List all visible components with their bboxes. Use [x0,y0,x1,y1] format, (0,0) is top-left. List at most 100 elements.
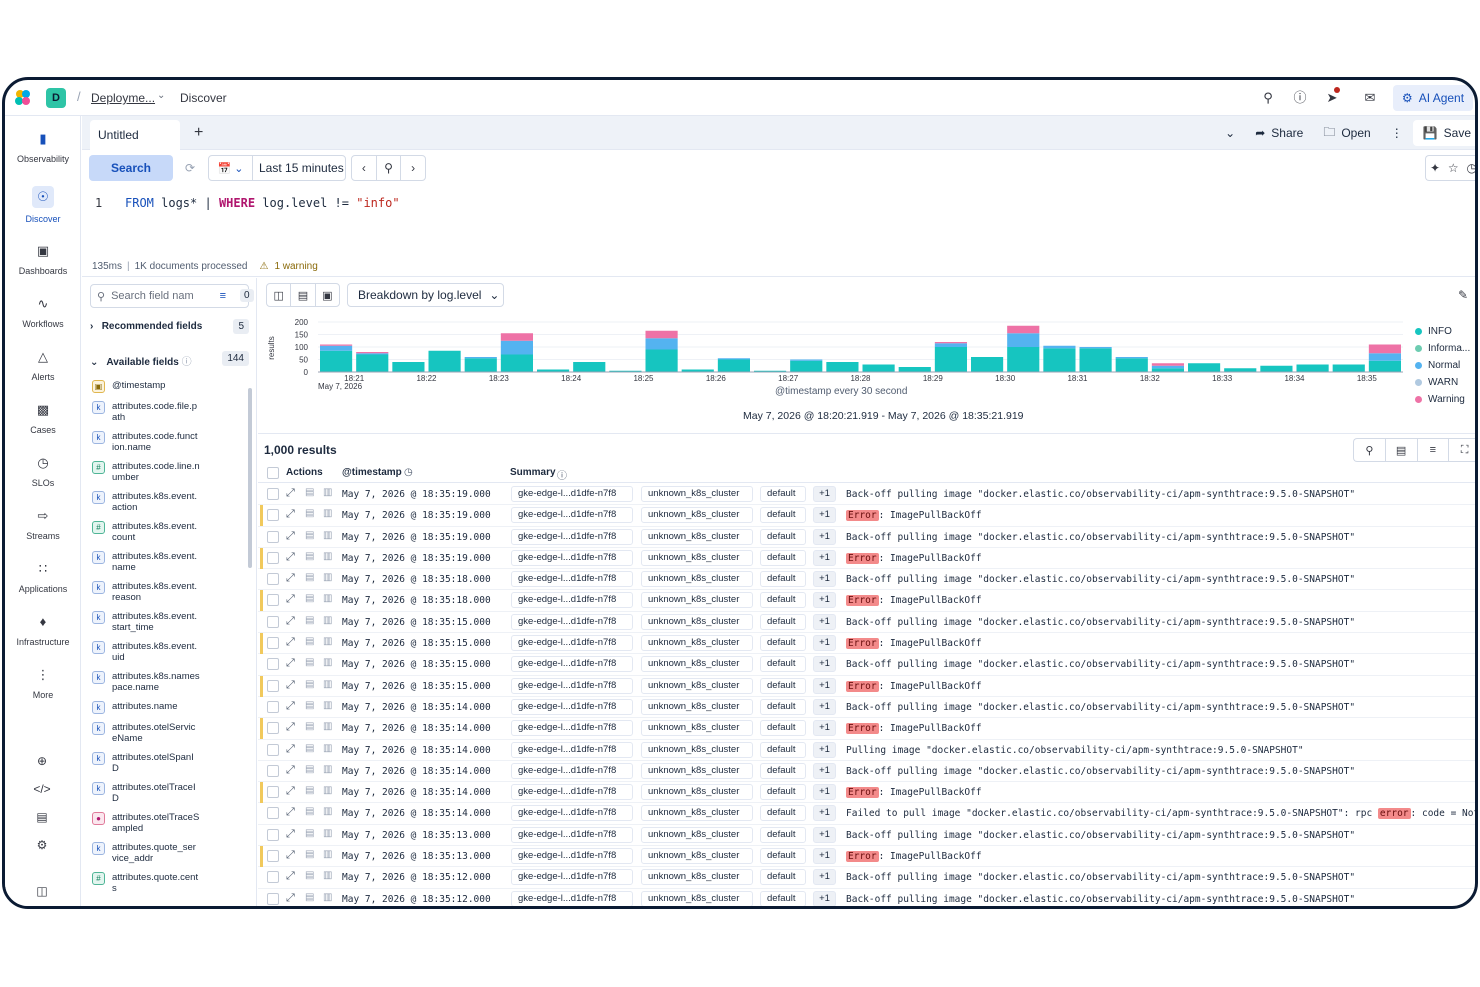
cluster-badge[interactable]: unknown_k8s_cluster [641,571,753,588]
save-button[interactable]: 💾 Save [1412,120,1475,146]
doc-icon[interactable]: ▤ [305,892,314,903]
select-all-checkbox[interactable] [267,467,279,479]
field-item[interactable]: k attributes.k8s.event. action [90,491,240,513]
cluster-badge[interactable]: unknown_k8s_cluster [641,762,753,779]
namespace-badge[interactable]: default [760,613,806,630]
namespace-badge[interactable]: default [760,720,806,737]
table-row[interactable]: ⤢ ▤ ▥ May 7, 2026 @ 18:35:14.000 gke-edge-l.… [258,803,1475,825]
field-item[interactable]: # attributes.k8s.event. count [90,521,240,543]
doc-icon[interactable]: ▤ [305,572,314,583]
field-item[interactable]: k attributes.code.funct ion.name [90,431,240,453]
row-checkbox[interactable] [267,637,279,650]
breadcrumb-deployment[interactable]: Deployme... [91,91,155,105]
legend-item[interactable]: WARN [1415,374,1470,391]
trace-icon[interactable]: ▥ [323,892,332,903]
expand-icon[interactable]: ⤢ [286,764,295,777]
namespace-badge[interactable]: default [760,826,806,843]
host-badge[interactable]: gke-edge-l...d1dfe-n7f8 [511,848,633,865]
cluster-badge[interactable]: unknown_k8s_cluster [641,805,753,822]
row-checkbox[interactable] [267,509,279,522]
doc-icon[interactable]: ▤ [305,764,314,775]
more-badge[interactable]: +1 [813,890,836,906]
cluster-badge[interactable]: unknown_k8s_cluster [641,592,753,609]
nav-workflows[interactable]: ∿ Workflows [5,295,81,329]
chevron-down-icon[interactable]: ⌄ [157,90,165,101]
table-row[interactable]: ⤢ ▤ ▥ May 7, 2026 @ 18:35:14.000 gke-edge-l.… [258,782,1475,804]
trace-icon[interactable]: ▥ [323,849,332,860]
recommended-fields-toggle[interactable]: › Recommended fields 5 [90,319,249,334]
trace-icon[interactable]: ▥ [323,572,332,583]
doc-icon[interactable]: ▤ [305,700,314,711]
namespace-badge[interactable]: default [760,528,806,545]
field-item[interactable]: k attributes.k8s.event. uid [90,641,240,663]
expand-icon[interactable]: ⤢ [286,636,295,649]
breakdown-select[interactable]: Breakdown by log.level ⌄ [347,283,504,307]
namespace-badge[interactable]: default [760,677,806,694]
more-badge[interactable]: +1 [813,571,836,588]
settings-gear-icon[interactable]: ⚙ [33,836,51,854]
cluster-badge[interactable]: unknown_k8s_cluster [641,507,753,524]
host-badge[interactable]: gke-edge-l...d1dfe-n7f8 [511,720,633,737]
table-row[interactable]: ⤢ ▤ ▥ May 7, 2026 @ 18:35:15.000 gke-edge-l.… [258,654,1475,676]
namespace-badge[interactable]: default [760,656,806,673]
cluster-badge[interactable]: unknown_k8s_cluster [641,698,753,715]
host-badge[interactable]: gke-edge-l...d1dfe-n7f8 [511,784,633,801]
trace-icon[interactable]: ▥ [323,593,332,604]
table-row[interactable]: ⤢ ▤ ▥ May 7, 2026 @ 18:35:12.000 gke-edge-l.… [258,867,1475,889]
share-button[interactable]: ➦ Share [1245,120,1313,146]
add-tab-icon[interactable]: + [194,124,203,142]
namespace-badge[interactable]: default [760,592,806,609]
namespace-badge[interactable]: default [760,890,806,906]
namespace-badge[interactable]: default [760,549,806,566]
doc-icon[interactable]: ▤ [305,636,314,647]
namespace-badge[interactable]: default [760,762,806,779]
field-search-input[interactable]: ⚲ Search field nam ≡ 0 [90,284,254,308]
nav-applications[interactable]: ∷ Applications [5,560,81,594]
namespace-badge[interactable]: default [760,869,806,886]
cluster-badge[interactable]: unknown_k8s_cluster [641,549,753,566]
more-badge[interactable]: +1 [813,826,836,843]
host-badge[interactable]: gke-edge-l...d1dfe-n7f8 [511,698,633,715]
more-badge[interactable]: +1 [813,805,836,822]
row-checkbox[interactable] [267,807,279,820]
nav-observability[interactable]: ▮ Observability [5,130,81,164]
nav-cases[interactable]: ▩ Cases [5,401,81,435]
doc-icon[interactable]: ▤ [305,785,314,796]
nav-infrastructure[interactable]: ♦ Infrastructure [5,613,81,647]
more-badge[interactable]: +1 [813,549,836,566]
row-checkbox[interactable] [267,786,279,799]
row-height-icon[interactable]: ▤ [1386,439,1418,461]
row-checkbox[interactable] [267,658,279,671]
expand-icon[interactable]: ⤢ [286,679,295,692]
doc-icon[interactable]: ▤ [305,657,314,668]
doc-icon[interactable]: ▤ [305,530,314,541]
trace-icon[interactable]: ▥ [323,743,332,754]
row-checkbox[interactable] [267,828,279,841]
host-badge[interactable]: gke-edge-l...d1dfe-n7f8 [511,549,633,566]
nav-dashboards[interactable]: ▣ Dashboards [5,242,81,276]
col-summary[interactable]: Summary [510,467,556,478]
trace-icon[interactable]: ▥ [323,870,332,881]
doc-icon[interactable]: ▤ [305,849,314,860]
doc-icon[interactable]: ▤ [305,679,314,690]
table-row[interactable]: ⤢ ▤ ▥ May 7, 2026 @ 18:35:14.000 gke-edge-l.… [258,697,1475,719]
cluster-badge[interactable]: unknown_k8s_cluster [641,677,753,694]
legend-item[interactable]: INFO [1415,323,1470,340]
time-range-label[interactable]: Last 15 minutes [253,161,344,175]
cluster-badge[interactable]: unknown_k8s_cluster [641,869,753,886]
more-badge[interactable]: +1 [813,784,836,801]
host-badge[interactable]: gke-edge-l...d1dfe-n7f8 [511,528,633,545]
nav-slos[interactable]: ◷ SLOs [5,454,81,488]
doc-icon[interactable]: ▤ [305,743,314,754]
row-checkbox[interactable] [267,615,279,628]
row-checkbox[interactable] [267,850,279,863]
more-badge[interactable]: +1 [813,507,836,524]
edit-visualization-icon[interactable]: ✎ [1458,288,1468,302]
doc-icon[interactable]: ▤ [305,806,314,817]
doc-icon[interactable]: ▤ [305,593,314,604]
filter-icon[interactable]: ≡ [220,290,226,302]
cluster-badge[interactable]: unknown_k8s_cluster [641,741,753,758]
host-badge[interactable]: gke-edge-l...d1dfe-n7f8 [511,805,633,822]
namespace-badge[interactable]: default [760,848,806,865]
search-button[interactable]: Search [89,155,173,181]
